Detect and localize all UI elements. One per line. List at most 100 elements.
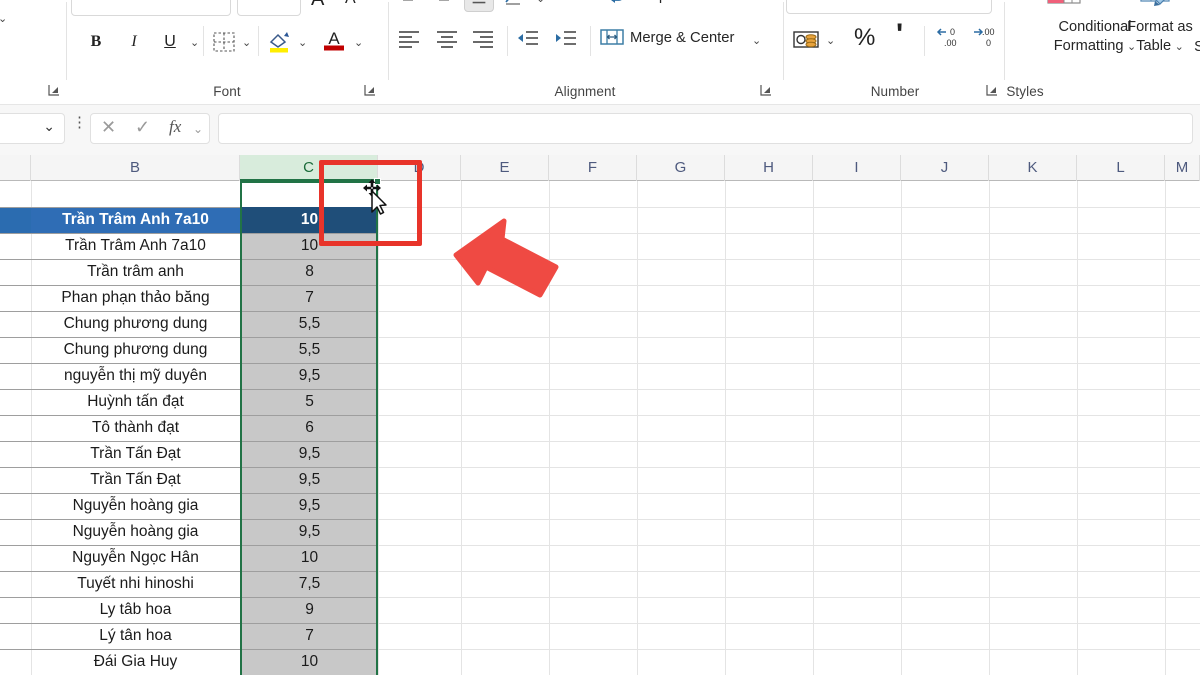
orientation-icon[interactable] — [502, 0, 526, 13]
cancel-icon[interactable]: ✕ — [101, 117, 116, 138]
column-header-e[interactable]: E — [461, 155, 549, 181]
cell-b[interactable]: Ly tâb hoa — [31, 597, 240, 623]
merge-cells-icon[interactable] — [599, 26, 625, 53]
column-header-b[interactable]: B — [31, 155, 240, 181]
cell-b[interactable]: Trần Trâm Anh 7a10 — [31, 233, 240, 259]
insert-function-icon[interactable]: fx — [169, 117, 181, 137]
cell-c[interactable]: 6 — [241, 415, 378, 441]
merge-center-label[interactable]: Merge & Center — [630, 30, 734, 46]
borders-icon[interactable] — [212, 30, 236, 59]
column-header-k[interactable]: K — [989, 155, 1077, 181]
selected-row-highlight — [0, 207, 31, 233]
shrink-font-button[interactable]: A — [345, 0, 356, 8]
column-header-l[interactable]: L — [1077, 155, 1165, 181]
cell-b[interactable]: Trần Tấn Đạt — [31, 467, 240, 493]
chevron-down-icon[interactable]: ⌄ — [193, 122, 203, 136]
fill-color-icon[interactable] — [266, 28, 292, 59]
cell-c[interactable]: 7 — [241, 285, 378, 311]
number-format-value: General — [795, 0, 847, 1]
format-as-table-icon[interactable] — [1138, 0, 1178, 13]
cell-c[interactable]: 9,5 — [241, 467, 378, 493]
cell-b[interactable]: Trần trâm anh — [31, 259, 240, 285]
ribbon-group-alignment: ⌄ Wrap Text — [390, 0, 780, 104]
align-center-icon[interactable] — [434, 26, 460, 55]
decrease-decimal-icon[interactable]: 0 .00 — [934, 26, 964, 55]
font-dialog-launcher[interactable] — [364, 84, 378, 98]
align-left-icon[interactable] — [396, 26, 422, 55]
enter-check-icon[interactable]: ✓ — [135, 117, 150, 138]
cell-c[interactable]: 9,5 — [241, 493, 378, 519]
chevron-down-icon[interactable]: ⌄ — [0, 12, 7, 25]
cell-b[interactable]: Trần Tấn Đạt — [31, 441, 240, 467]
cell-c[interactable]: 7 — [241, 623, 378, 649]
comma-style-button[interactable]: ' — [896, 20, 903, 50]
cell-c[interactable]: 9 — [241, 597, 378, 623]
chevron-down-icon[interactable]: ⌄ — [826, 34, 835, 47]
percent-style-button[interactable]: % — [854, 24, 875, 52]
cell-b[interactable]: Phan phạn thảo băng — [31, 285, 240, 311]
cell-b[interactable]: Trần Trâm Anh 7a10 — [31, 207, 240, 233]
column-header-i[interactable]: I — [813, 155, 901, 181]
column-header-g[interactable]: G — [637, 155, 725, 181]
cell-b[interactable]: Chung phương dung — [31, 337, 240, 363]
conditional-formatting-icon[interactable] — [1044, 0, 1084, 13]
alignment-dialog-launcher[interactable] — [760, 84, 774, 98]
font-color-icon[interactable]: A — [321, 26, 347, 57]
cell-b[interactable]: Chung phương dung — [31, 311, 240, 337]
column-header-m[interactable]: M — [1165, 155, 1200, 181]
chevron-down-icon[interactable]: ⌄ — [298, 36, 307, 49]
cell-c[interactable]: 10 — [241, 649, 378, 675]
font-name-selector[interactable]: Calibri ⌄ — [71, 0, 231, 16]
cell-b[interactable]: Huỳnh tấn đạt — [31, 389, 240, 415]
clipboard-dialog-launcher[interactable] — [48, 84, 62, 98]
cell-b[interactable]: Nguyễn Ngọc Hân — [31, 545, 240, 571]
cell-b[interactable]: Nguyễn hoàng gia — [31, 493, 240, 519]
decrease-indent-icon[interactable] — [515, 26, 541, 55]
cell-c[interactable]: 5 — [241, 389, 378, 415]
cell-c[interactable]: 8 — [241, 259, 378, 285]
table-row-separator — [0, 493, 240, 494]
italic-button[interactable]: I — [120, 28, 148, 56]
cell-c[interactable]: 5,5 — [241, 311, 378, 337]
chevron-down-icon[interactable]: ⌄ — [752, 34, 761, 47]
cell-b[interactable]: Tuyết nhi hinoshi — [31, 571, 240, 597]
wrap-text-label[interactable]: Wrap Text — [632, 0, 698, 4]
cell-c[interactable]: 9,5 — [241, 519, 378, 545]
cell-b[interactable]: nguyễn thị mỹ duyên — [31, 363, 240, 389]
cell-c[interactable]: 10 — [241, 545, 378, 571]
cell-b[interactable]: Đái Gia Huy — [31, 649, 240, 675]
number-format-selector[interactable]: General ⌄ — [786, 0, 992, 14]
cell-c[interactable]: 5,5 — [241, 337, 378, 363]
align-bottom-icon[interactable] — [464, 0, 494, 12]
align-middle-icon[interactable] — [432, 0, 456, 13]
underline-button[interactable]: U — [156, 28, 184, 56]
cell-b[interactable]: Lý tân hoa — [31, 623, 240, 649]
increase-indent-icon[interactable] — [553, 26, 579, 55]
format-as-table-label[interactable]: Format as Table ⌄ — [1114, 18, 1200, 56]
bold-button[interactable]: B — [82, 28, 110, 56]
cell-c[interactable]: 7,5 — [241, 571, 378, 597]
font-size-selector[interactable]: 11 ⌄ — [237, 0, 301, 16]
accounting-format-icon[interactable] — [792, 28, 820, 55]
chevron-down-icon[interactable]: ⌄ — [190, 36, 199, 49]
cell-b[interactable]: Tô thành đạt — [31, 415, 240, 441]
grow-font-button[interactable]: A — [311, 0, 324, 11]
column-header-corner[interactable] — [0, 155, 31, 181]
align-top-icon[interactable] — [396, 0, 420, 13]
formula-input[interactable] — [218, 113, 1193, 144]
cell-c[interactable]: 9,5 — [241, 441, 378, 467]
chevron-down-icon[interactable]: ⌄ — [354, 36, 363, 49]
wrap-text-icon[interactable] — [602, 0, 626, 13]
column-header-h[interactable]: H — [725, 155, 813, 181]
cell-b[interactable]: Nguyễn hoàng gia — [31, 519, 240, 545]
cell-c[interactable]: 9,5 — [241, 363, 378, 389]
more-options-icon[interactable]: ⋮ — [72, 120, 76, 138]
increase-decimal-icon[interactable]: .00 0 — [970, 26, 1000, 55]
chevron-down-icon[interactable]: ⌄ — [242, 36, 251, 49]
chevron-down-icon[interactable]: ⌄ — [536, 0, 545, 5]
column-header-j[interactable]: J — [901, 155, 989, 181]
align-right-icon[interactable] — [470, 26, 496, 55]
name-box[interactable]: ⌄ — [0, 113, 65, 144]
column-header-f[interactable]: F — [549, 155, 637, 181]
cell-styles-label[interactable]: S — [1192, 38, 1200, 57]
